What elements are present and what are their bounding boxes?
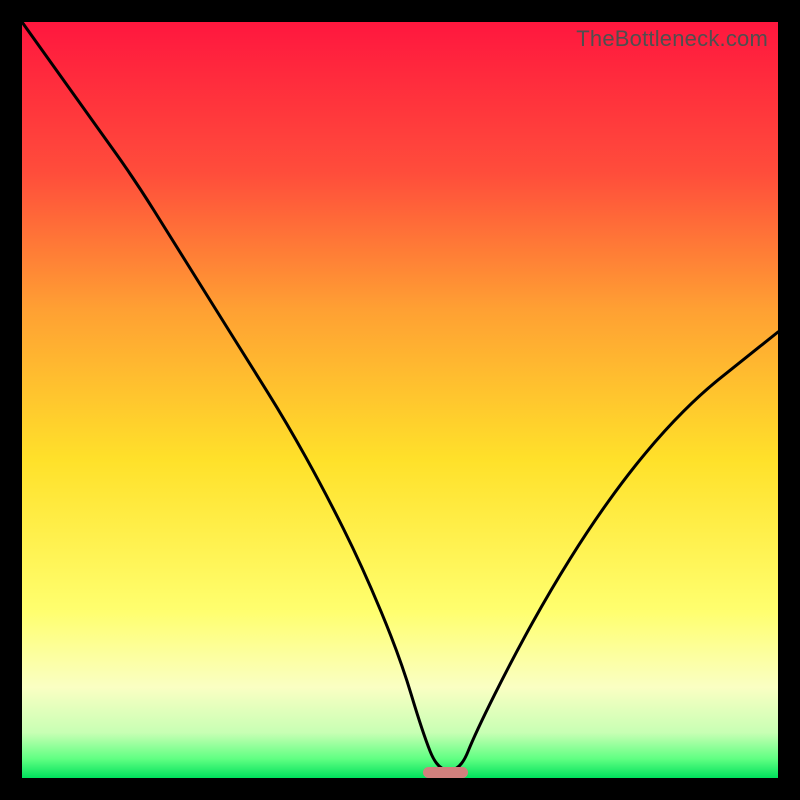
watermark-text: TheBottleneck.com — [576, 26, 768, 52]
gradient-background — [22, 22, 778, 778]
minimum-marker — [423, 767, 468, 778]
plot-area: TheBottleneck.com — [22, 22, 778, 778]
chart-frame: TheBottleneck.com — [0, 0, 800, 800]
